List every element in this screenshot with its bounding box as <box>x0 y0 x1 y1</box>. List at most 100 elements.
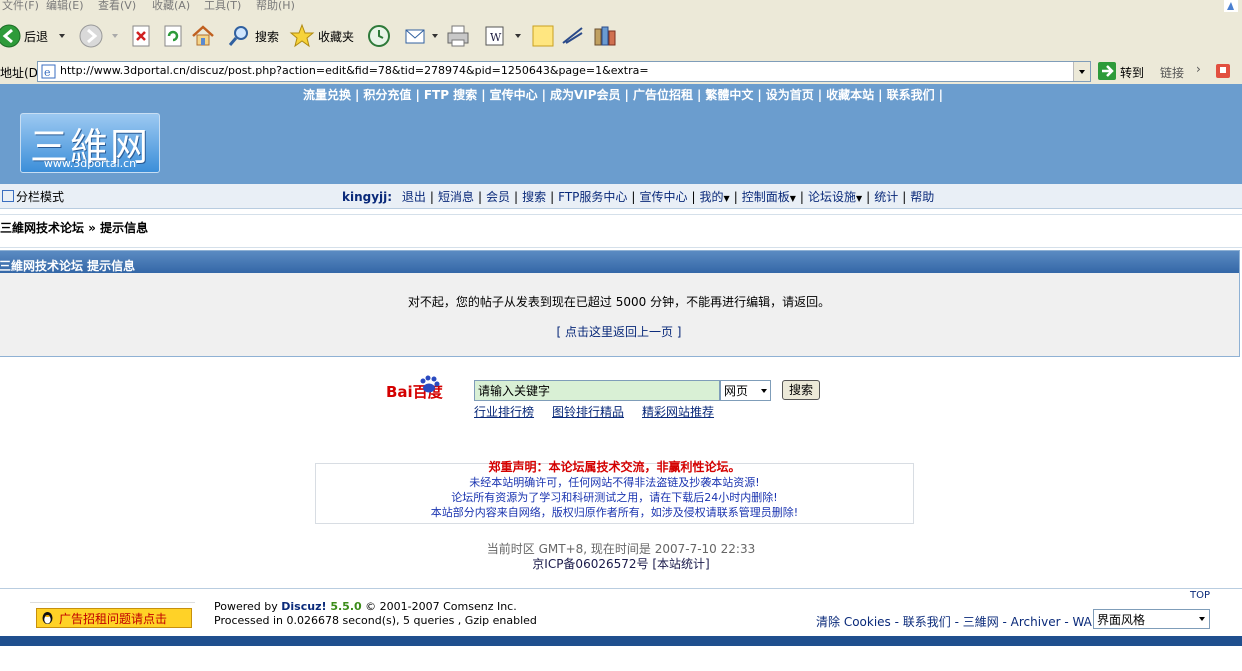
discuz-brand-link[interactable]: Discuz! <box>281 600 326 613</box>
menu-favorites[interactable]: 收藏(A) <box>152 0 190 12</box>
nav-ad-rental[interactable]: 广告位招租 <box>633 88 693 102</box>
mail-dropdown-icon[interactable] <box>432 34 438 38</box>
back-button-label[interactable]: 后退 <box>24 28 48 45</box>
menu-messages[interactable]: 短消息 <box>438 190 474 204</box>
baidu-search-button[interactable]: 搜索 <box>782 380 820 400</box>
menu-control-panel[interactable]: 控制面板 <box>742 190 790 204</box>
message-text: 对不起，您的帖子从发表到现在已超过 5000 分钟，不能再进行编辑，请返回。 <box>407 295 831 309</box>
mail-icon[interactable] <box>403 23 429 49</box>
discuss-icon[interactable] <box>530 23 556 49</box>
menu-logout[interactable]: 退出 <box>402 190 426 204</box>
search-button-label[interactable]: 搜索 <box>255 28 279 45</box>
baidu-link-site-recommend[interactable]: 精彩网站推荐 <box>642 403 714 420</box>
edit-word-icon[interactable]: W <box>482 23 508 49</box>
svg-text:W: W <box>490 31 502 44</box>
site-logo[interactable]: 三維网 www.3dportal.cn <box>20 113 160 173</box>
back-to-top-link[interactable]: TOP <box>1190 590 1210 601</box>
split-mode-icon <box>2 190 14 202</box>
disclaimer-box: 郑重声明：本论坛属技术交流，非赢利性论坛。 未经本站明确许可，任何网站不得非法盗… <box>315 460 914 524</box>
baidu-link-industry-rank[interactable]: 行业排行榜 <box>474 403 534 420</box>
control-panel-dropdown-icon[interactable]: ▼ <box>790 194 796 203</box>
menu-help[interactable]: 帮助 <box>910 190 934 204</box>
divider <box>30 602 195 603</box>
mine-dropdown-icon[interactable]: ▼ <box>724 194 730 203</box>
menu-members[interactable]: 会员 <box>486 190 510 204</box>
processed-info: Processed in 0.026678 second(s), 5 queri… <box>214 614 537 627</box>
baidu-paw-icon <box>420 375 440 393</box>
baidu-search-box: Bai百度 请输入关键字 网页 搜索 行业排行榜 图铃排行精品 精彩网站推荐 <box>380 373 848 423</box>
menu-view[interactable]: 查看(V) <box>98 0 136 12</box>
favorites-star-icon[interactable] <box>289 23 315 49</box>
links-label[interactable]: 链接 <box>1160 64 1184 81</box>
address-dropdown-icon[interactable] <box>1073 62 1090 81</box>
address-url-text[interactable]: http://www.3dportal.cn/discuz/post.php?a… <box>60 64 649 77</box>
ad-inquiry-button[interactable]: 广告招租问题请点击 <box>36 608 192 628</box>
nav-traffic-exchange[interactable]: 流量兑换 <box>303 88 351 102</box>
nav-promo-center[interactable]: 宣传中心 <box>490 88 538 102</box>
back-arrow-icon[interactable] <box>0 23 22 49</box>
back-dropdown-icon[interactable] <box>59 34 65 38</box>
split-mode-link[interactable]: 分栏模式 <box>2 188 64 205</box>
footer-links[interactable]: 清除 Cookies - 联系我们 - 三維网 - Archiver - WAP <box>816 613 1099 630</box>
refresh-icon[interactable] <box>160 23 186 49</box>
nav-become-vip[interactable]: 成为VIP会员 <box>550 88 621 102</box>
chevron-down-icon <box>1199 617 1205 621</box>
divider <box>0 247 1242 248</box>
baidu-category-value: 网页 <box>724 384 749 398</box>
logo-sub-text: www.3dportal.cn <box>43 157 137 170</box>
menu-tools[interactable]: 工具(T) <box>204 0 241 12</box>
menu-file[interactable]: 文件(F) <box>2 0 39 12</box>
menu-ftp-service[interactable]: FTP服务中心 <box>558 190 627 204</box>
nav-bookmark-site[interactable]: 收藏本站 <box>826 88 874 102</box>
icp-info[interactable]: 京ICP备06026572号 [本站统计] <box>0 555 1242 572</box>
nav-traditional-chinese[interactable]: 繁體中文 <box>705 88 753 102</box>
back-link[interactable]: [ 点击这里返回上一页 ] <box>0 323 1239 340</box>
links-chevron-icon[interactable]: › <box>1196 62 1201 76</box>
history-icon[interactable] <box>366 23 392 49</box>
disclaimer-line: 本站部分内容来自网络，版权归原作者所有，如涉及侵权请联系管理员删除! <box>430 506 799 519</box>
baidu-search-input[interactable]: 请输入关键字 <box>474 380 720 401</box>
stop-icon[interactable] <box>128 23 154 49</box>
go-arrow-icon[interactable] <box>1097 61 1117 81</box>
search-icon[interactable] <box>226 23 252 49</box>
baidu-search-input-value: 请输入关键字 <box>478 384 551 398</box>
disclaimer-line: 未经本站明确许可，任何网站不得非法盗链及抄袭本站资源! <box>469 476 760 489</box>
menu-search[interactable]: 搜索 <box>522 190 546 204</box>
menu-forum-tools[interactable]: 论坛设施 <box>808 190 856 204</box>
style-select[interactable]: 界面风格 <box>1093 609 1210 629</box>
menu-mine[interactable]: 我的 <box>700 190 724 204</box>
baidu-category-select[interactable]: 网页 <box>720 380 771 401</box>
menu-stats[interactable]: 统计 <box>874 190 898 204</box>
username[interactable]: kingyjj: <box>342 190 392 204</box>
message-header-text: 三維网技术论坛 提示信息 <box>0 259 136 273</box>
forward-dropdown-icon[interactable] <box>112 34 118 38</box>
print-icon[interactable] <box>445 23 471 49</box>
menu-promo-center[interactable]: 宣传中心 <box>639 190 687 204</box>
messenger-icon[interactable] <box>560 23 586 49</box>
powered-prefix: Powered by <box>214 600 282 613</box>
breadcrumb[interactable]: 三維网技术论坛 » 提示信息 <box>0 219 148 236</box>
address-field[interactable]: e http://www.3dportal.cn/discuz/post.php… <box>37 61 1091 82</box>
addon-icon[interactable] <box>1214 61 1234 81</box>
svg-text:e: e <box>44 66 51 79</box>
powered-by: Powered by Discuz! 5.5.0 © 2001-2007 Com… <box>214 600 537 628</box>
baidu-link-ringtone-rank[interactable]: 图铃排行精品 <box>552 403 624 420</box>
research-icon[interactable] <box>592 23 618 49</box>
nav-points-recharge[interactable]: 积分充值 <box>363 88 411 102</box>
forward-arrow-icon[interactable] <box>78 23 104 49</box>
nav-ftp-search[interactable]: FTP 搜索 <box>424 88 477 102</box>
bottom-bar <box>0 636 1242 646</box>
browser-toolbar: 后退 搜索 收藏夹 W <box>0 12 1242 61</box>
ie-page-icon: e <box>41 64 56 79</box>
favorites-button-label[interactable]: 收藏夹 <box>318 28 354 45</box>
nav-set-homepage[interactable]: 设为首页 <box>766 88 814 102</box>
divider <box>0 214 1242 215</box>
menu-edit[interactable]: 编辑(E) <box>46 0 84 12</box>
menu-help[interactable]: 帮助(H) <box>256 0 295 12</box>
split-mode-label: 分栏模式 <box>16 190 65 204</box>
home-icon[interactable] <box>190 23 216 49</box>
edit-dropdown-icon[interactable] <box>515 34 521 38</box>
nav-contact-us[interactable]: 联系我们 <box>887 88 935 102</box>
forum-tools-dropdown-icon[interactable]: ▼ <box>856 194 862 203</box>
go-button-label[interactable]: 转到 <box>1120 64 1144 81</box>
